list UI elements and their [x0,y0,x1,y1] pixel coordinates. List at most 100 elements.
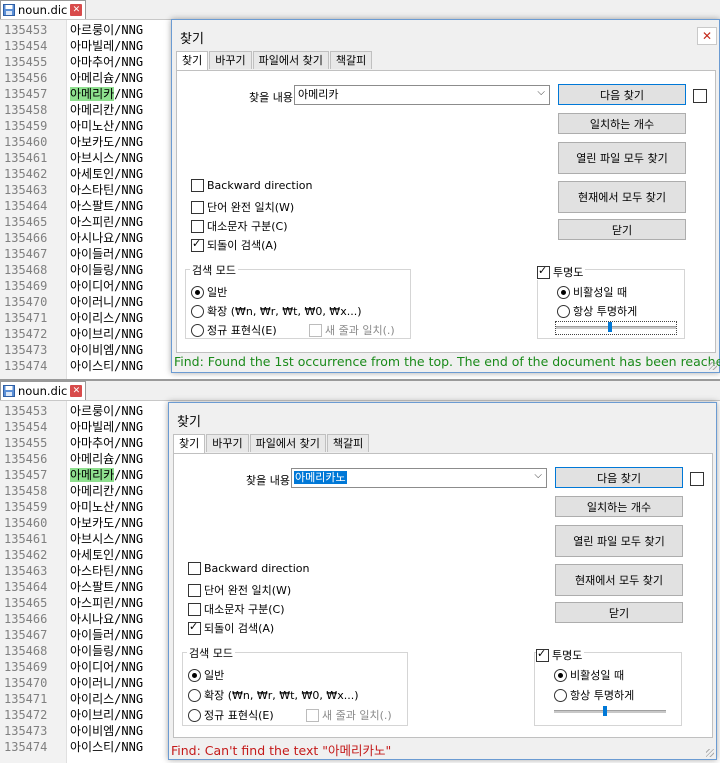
find-next-button[interactable]: 다음 찾기 [555,467,683,488]
checkbox-box[interactable] [537,264,550,279]
file-tab[interactable]: noun.dic ✕ [0,0,87,19]
transparency-always-radio[interactable]: 항상 투명하게 [554,687,634,703]
find-next-option-checkbox[interactable] [690,472,704,486]
close-tab-icon[interactable]: ✕ [70,4,83,16]
line-text: 아보카도/NNG [70,516,144,530]
mode-extended-radio[interactable]: 확장 (₩n, ₩r, ₩t, ₩0, ₩x...) [191,303,361,319]
tab-bookmark[interactable]: 책갈피 [329,51,373,69]
radio-dot[interactable] [188,708,201,722]
checkbox-box[interactable] [306,708,319,722]
line-number: 135473 [4,724,48,738]
line-text: 아이스티/NNG [70,359,144,373]
line-number: 135471 [4,311,48,325]
checkbox-box[interactable] [188,602,201,616]
slider-thumb[interactable] [603,706,607,716]
chevron-down-icon[interactable]: ⌵ [534,470,542,481]
count-button[interactable]: 일치하는 개수 [558,113,686,134]
mode-regex-radio[interactable]: 정규 표현식(E) [191,322,277,338]
checkbox-box[interactable] [191,237,204,252]
transparency-inactive-radio[interactable]: 비활성일 때 [557,284,627,300]
radio-dot[interactable] [557,285,570,299]
close-tab-icon[interactable]: ✕ [70,385,83,397]
radio-dot[interactable] [554,688,567,702]
find-next-option-checkbox[interactable] [693,89,707,103]
resize-grip[interactable] [706,749,714,757]
newline-match-checkbox[interactable]: 새 줄과 일치(.) [309,322,395,338]
tab-find-in-files[interactable]: 파일에서 찾기 [252,51,329,69]
file-tab-name: noun.dic [18,384,68,398]
radio-dot[interactable] [554,668,567,682]
wrap-around-checkbox[interactable]: 되돌이 검색(A) [191,237,277,253]
whole-word-checkbox[interactable]: 단어 완전 일치(W) [191,199,294,215]
resize-grip[interactable] [709,362,717,370]
checkbox-box[interactable] [188,620,201,635]
transparency-always-radio[interactable]: 항상 투명하게 [557,303,637,319]
line-number: 135458 [4,484,48,498]
match-case-checkbox[interactable]: 대소문자 구분(C) [191,218,287,234]
radio-dot[interactable] [191,285,204,299]
line-number: 135465 [4,215,48,229]
count-button[interactable]: 일치하는 개수 [555,496,683,517]
backward-direction-checkbox[interactable]: Backward direction [191,179,312,192]
tab-strip: noun.dic ✕ [0,381,720,401]
checkbox-box[interactable] [536,647,549,662]
radio-dot[interactable] [188,668,201,682]
newline-match-checkbox[interactable]: 새 줄과 일치(.) [306,707,392,723]
line-text: 아마빌레/NNG [70,420,144,434]
line-number: 135462 [4,167,48,181]
tab-find[interactable]: 찾기 [176,51,209,71]
find-all-open-button[interactable]: 열린 파일 모두 찾기 [555,525,683,557]
checkbox-box[interactable] [188,562,201,575]
line-number: 135455 [4,436,48,450]
checkbox-box[interactable] [191,200,204,214]
mode-normal-radio[interactable]: 일반 [191,284,227,300]
transparency-slider[interactable] [554,706,666,716]
wrap-around-checkbox[interactable]: 되돌이 검색(A) [188,620,274,636]
transparency-inactive-radio[interactable]: 비활성일 때 [554,667,624,683]
tab-find[interactable]: 찾기 [173,434,206,454]
line-text: 아이러니/NNG [70,676,144,690]
find-all-current-button[interactable]: 현재에서 모두 찾기 [555,564,683,596]
find-all-open-button[interactable]: 열린 파일 모두 찾기 [558,142,686,174]
mode-regex-radio[interactable]: 정규 표현식(E) [188,707,274,723]
tab-replace[interactable]: 바꾸기 [206,434,249,452]
close-button[interactable]: 닫기 [555,602,683,623]
mode-normal-radio[interactable]: 일반 [188,667,224,683]
radio-dot[interactable] [191,304,204,318]
line-number: 135466 [4,612,48,626]
find-all-current-button[interactable]: 현재에서 모두 찾기 [558,181,686,213]
tab-bookmark[interactable]: 책갈피 [326,434,370,452]
file-tab[interactable]: noun.dic ✕ [0,381,87,400]
transparency-checkbox[interactable]: 투명도 [536,647,585,663]
find-what-combo[interactable]: 아메리카노 ⌵ [291,468,547,488]
whole-word-checkbox[interactable]: 단어 완전 일치(W) [188,582,291,598]
backward-direction-checkbox[interactable]: Backward direction [188,562,309,575]
chevron-down-icon[interactable]: ⌵ [537,87,545,98]
checkbox-box[interactable] [188,583,201,597]
find-what-combo[interactable]: 아메리카 ⌵ [294,85,550,105]
line-number: 135453 [4,404,48,418]
mode-extended-radio[interactable]: 확장 (₩n, ₩r, ₩t, ₩0, ₩x...) [188,687,358,703]
radio-dot[interactable] [191,323,204,337]
status-message: Find: Can't find the text "아메리카노" [171,743,392,758]
radio-dot[interactable] [188,688,201,702]
slider-thumb[interactable] [608,322,612,332]
line-number: 135459 [4,119,48,133]
transparency-checkbox[interactable]: 투명도 [537,264,586,280]
find-next-button[interactable]: 다음 찾기 [558,84,686,105]
search-mode-title: 검색 모드 [190,262,238,278]
close-button[interactable]: 닫기 [558,219,686,240]
transparency-slider[interactable] [555,321,677,335]
tab-replace[interactable]: 바꾸기 [209,51,252,69]
search-match-highlight: 아메리카 [70,87,115,101]
checkbox-box[interactable] [191,219,204,233]
tab-find-in-files[interactable]: 파일에서 찾기 [249,434,326,452]
radio-dot[interactable] [557,304,570,318]
line-number: 135470 [4,295,48,309]
dialog-close-button[interactable]: ✕ [697,27,717,45]
checkbox-box[interactable] [191,179,204,192]
line-number: 135455 [4,55,48,69]
line-number: 135454 [4,39,48,53]
match-case-checkbox[interactable]: 대소문자 구분(C) [188,601,284,617]
checkbox-box[interactable] [309,323,322,337]
